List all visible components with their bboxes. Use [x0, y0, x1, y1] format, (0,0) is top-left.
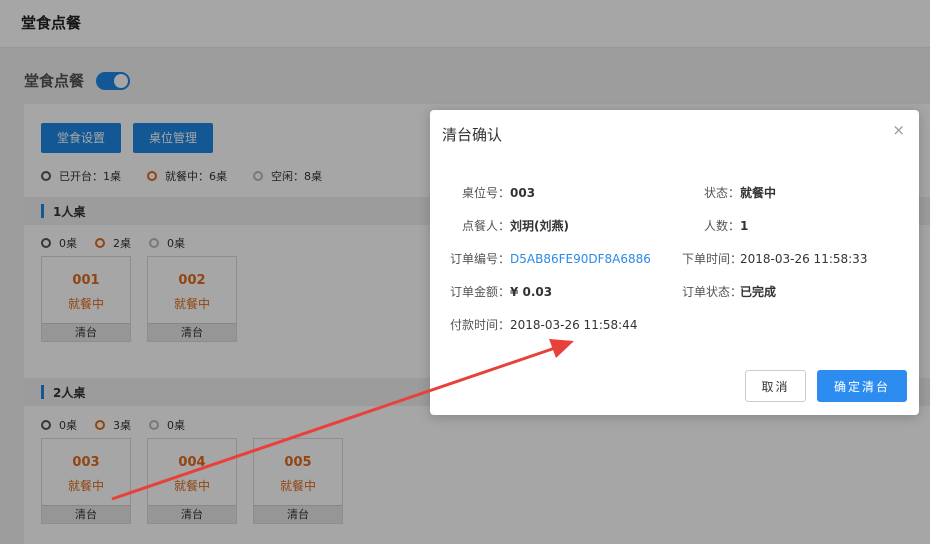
- field-value: 刘玥(刘燕): [510, 219, 569, 233]
- field-value: 1: [740, 219, 749, 233]
- field-value: ¥ 0.03: [510, 285, 553, 299]
- field-label: 订单金额：: [449, 285, 510, 299]
- field-status: 状态：就餐中: [682, 184, 776, 201]
- dialog-title: 清台确认: [442, 126, 503, 144]
- field-label: 状态：: [703, 186, 740, 200]
- confirm-clear-button[interactable]: 确定清台: [817, 370, 907, 402]
- order-number-link[interactable]: D5AB86FE90DF8A6886: [510, 252, 651, 266]
- field-value: 2018-03-26 11:58:44: [510, 318, 638, 332]
- field-table-no: 桌位号：003: [430, 184, 535, 201]
- field-label: 订单编号：: [449, 252, 510, 266]
- field-label: 桌位号：: [461, 186, 510, 200]
- field-order-no: 订单编号：D5AB86FE90DF8A6886: [430, 250, 651, 267]
- field-people: 人数：1: [682, 217, 748, 234]
- field-value: 003: [510, 186, 536, 200]
- field-value: 已完成: [740, 285, 777, 299]
- field-label: 付款时间：: [449, 318, 510, 332]
- field-amount: 订单金额：¥ 0.03: [430, 283, 552, 300]
- field-orderer: 点餐人：刘玥(刘燕): [430, 217, 569, 234]
- field-order-status: 订单状态：已完成: [682, 283, 776, 300]
- field-pay-time: 付款时间：2018-03-26 11:58:44: [430, 316, 637, 333]
- field-value: 2018-03-26 11:58:33: [740, 252, 868, 266]
- field-value: 就餐中: [740, 186, 777, 200]
- close-icon[interactable]: ×: [892, 121, 905, 139]
- field-label: 点餐人：: [461, 219, 510, 233]
- cancel-button[interactable]: 取消: [745, 370, 806, 402]
- field-label: 下单时间：: [682, 252, 743, 266]
- clear-table-dialog: 清台确认 × 桌位号：003 状态：就餐中 点餐人：刘玥(刘燕) 人数：1 订单…: [430, 110, 919, 415]
- field-label: 人数：: [703, 219, 740, 233]
- field-label: 订单状态：: [682, 285, 743, 299]
- field-order-time: 下单时间：2018-03-26 11:58:33: [682, 250, 867, 267]
